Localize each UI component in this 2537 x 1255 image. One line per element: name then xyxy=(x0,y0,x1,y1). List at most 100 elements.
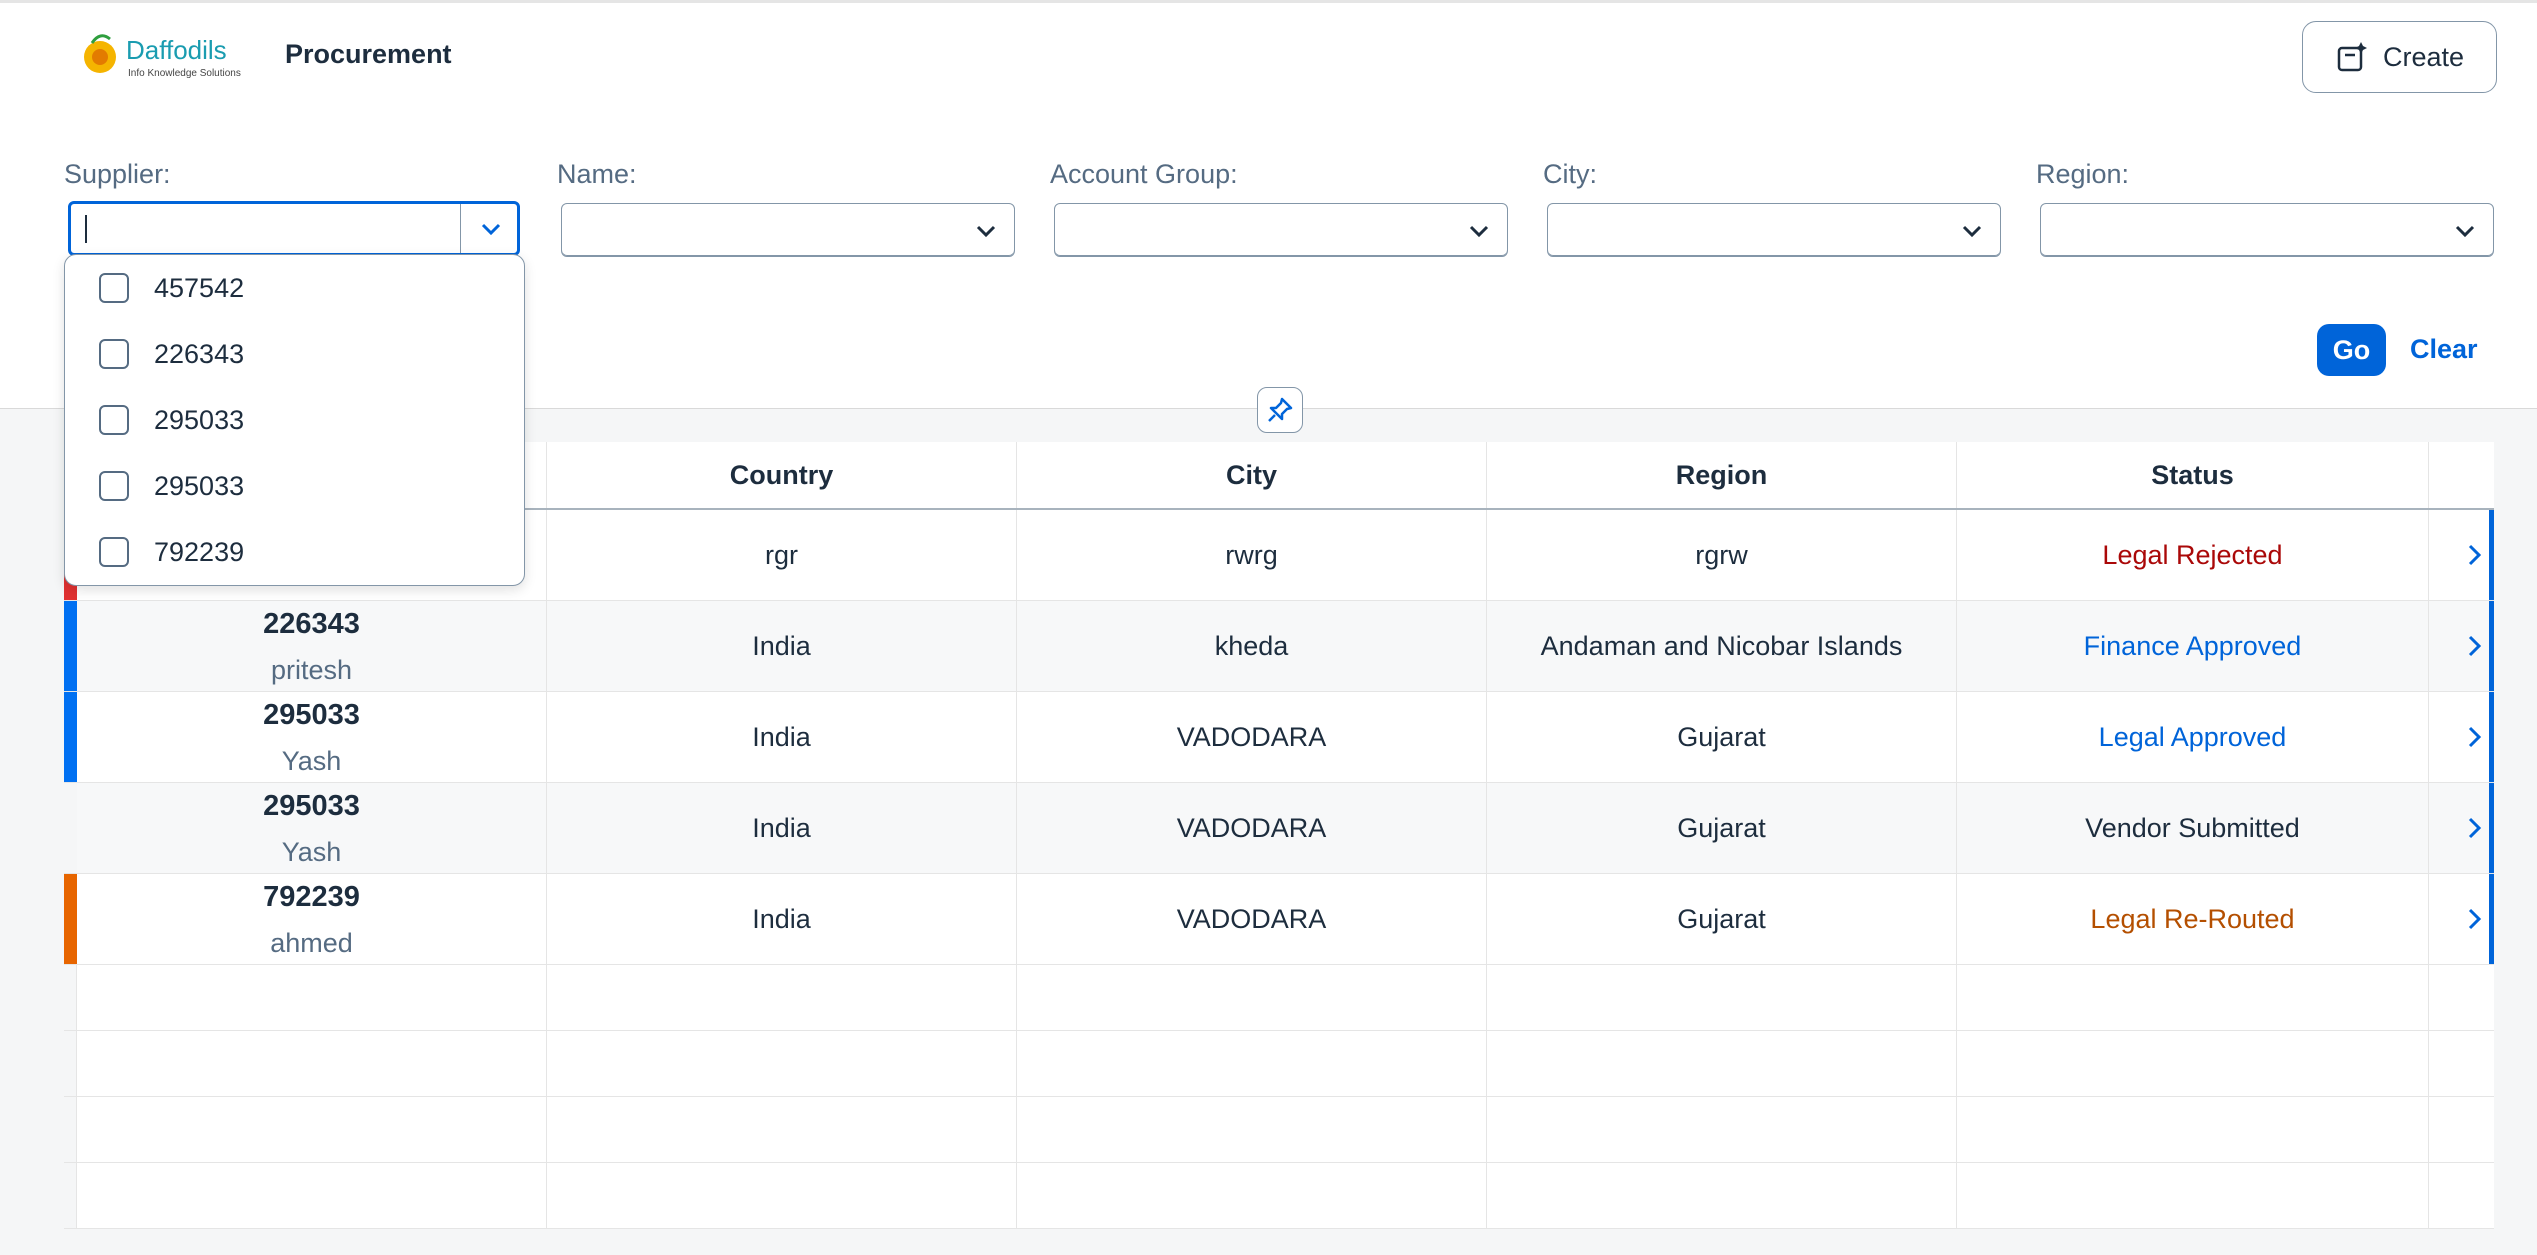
supplier-input[interactable] xyxy=(68,201,520,256)
supplier-id: 295033 xyxy=(263,790,360,822)
table-row[interactable]: 226343 pritesh India kheda Andaman and Nicob… xyxy=(64,601,2494,692)
row-navigation[interactable] xyxy=(2454,601,2494,691)
create-icon xyxy=(2337,42,2367,72)
supplier-name: ahmed xyxy=(270,928,353,958)
column-header-region: Region xyxy=(1487,442,1957,508)
country-cell: India xyxy=(547,874,1017,964)
row-navigation[interactable] xyxy=(2454,692,2494,782)
row-highlight xyxy=(64,601,77,691)
option-checkbox[interactable] xyxy=(99,537,129,567)
empty-cell xyxy=(547,1097,1017,1162)
empty-cell xyxy=(1957,1097,2429,1162)
country-cell: India xyxy=(547,601,1017,691)
chevron-down-icon[interactable] xyxy=(1958,217,1986,245)
create-label: Create xyxy=(2382,41,2465,72)
empty-cell xyxy=(77,1163,547,1228)
row-highlight xyxy=(64,692,77,782)
supplier-cell: 295033 Yash xyxy=(77,783,547,873)
option-checkbox[interactable] xyxy=(99,471,129,501)
region-cell: Gujarat xyxy=(1487,783,1957,873)
row-nav-indicator xyxy=(2489,783,2494,873)
input-divider xyxy=(460,204,461,253)
chevron-down-icon[interactable] xyxy=(2451,217,2479,245)
option-checkbox[interactable] xyxy=(99,273,129,303)
city-input[interactable] xyxy=(1547,203,2001,257)
empty-cell xyxy=(1487,965,1957,1030)
supplier-dropdown: 457542 226343 295033 295033 792239 xyxy=(64,254,525,586)
empty-cell xyxy=(1957,965,2429,1030)
dropdown-option[interactable]: 457542 xyxy=(65,255,524,321)
text-caret xyxy=(85,215,87,243)
logo-tagline: Info Knowledge Solutions xyxy=(128,68,241,79)
option-label: 295033 xyxy=(154,470,245,501)
supplier-id: 226343 xyxy=(263,608,360,640)
chevron-right-icon xyxy=(2468,726,2482,748)
supplier-id: 295033 xyxy=(263,699,360,731)
empty-row xyxy=(64,1031,2494,1097)
table-row[interactable]: 792239 ahmed India VADODARA Gujarat Legal Re-… xyxy=(64,874,2494,965)
row-navigation[interactable] xyxy=(2454,510,2494,600)
table-row[interactable]: 295033 Yash India VADODARA Gujarat Legal Appr… xyxy=(64,692,2494,783)
dropdown-option[interactable]: 792239 xyxy=(65,519,524,585)
empty-cell xyxy=(1957,1163,2429,1228)
option-checkbox[interactable] xyxy=(99,339,129,369)
option-checkbox[interactable] xyxy=(99,405,129,435)
row-stub xyxy=(64,1097,77,1162)
empty-row xyxy=(64,1163,2494,1229)
clear-button[interactable]: Clear xyxy=(2410,334,2478,365)
column-header-nav xyxy=(2429,442,2494,508)
empty-cell xyxy=(1017,1031,1487,1096)
go-button[interactable]: Go xyxy=(2317,324,2386,376)
column-header-city: City xyxy=(1017,442,1487,508)
empty-row xyxy=(64,965,2494,1031)
region-label: Region: xyxy=(2036,159,2130,189)
chevron-right-icon xyxy=(2468,817,2482,839)
dropdown-option[interactable]: 295033 xyxy=(65,453,524,519)
status-cell: Finance Approved xyxy=(1957,601,2429,691)
chevron-right-icon xyxy=(2468,544,2482,566)
pin-header-button[interactable] xyxy=(1257,387,1303,433)
row-highlight xyxy=(64,874,77,964)
empty-cell xyxy=(77,965,547,1030)
option-label: 457542 xyxy=(154,272,245,303)
table-row[interactable]: 295033 Yash India VADODARA Gujarat Vendor Sub… xyxy=(64,783,2494,874)
status-cell: Legal Approved xyxy=(1957,692,2429,782)
daffodils-logo: Daffodils Info Knowledge Solutions xyxy=(84,34,241,79)
create-button[interactable]: Create xyxy=(2302,21,2497,93)
account-group-label: Account Group: xyxy=(1050,159,1238,189)
region-cell: Gujarat xyxy=(1487,692,1957,782)
account-group-input[interactable] xyxy=(1054,203,1508,257)
chevron-down-icon[interactable] xyxy=(972,217,1000,245)
row-nav-indicator xyxy=(2489,601,2494,691)
chevron-down-icon[interactable] xyxy=(477,215,505,243)
option-label: 226343 xyxy=(154,338,245,369)
supplier-cell: 295033 Yash xyxy=(77,692,547,782)
dropdown-option[interactable]: 295033 xyxy=(65,387,524,453)
city-cell: rwrg xyxy=(1017,510,1487,600)
country-cell: rgr xyxy=(547,510,1017,600)
row-nav-indicator xyxy=(2489,510,2494,600)
supplier-cell: 226343 pritesh xyxy=(77,601,547,691)
supplier-label: Supplier: xyxy=(64,159,171,189)
row-navigation[interactable] xyxy=(2454,783,2494,873)
name-input[interactable] xyxy=(561,203,1015,257)
empty-cell xyxy=(1487,1163,1957,1228)
empty-row xyxy=(64,1097,2494,1163)
row-navigation[interactable] xyxy=(2454,874,2494,964)
chevron-down-icon[interactable] xyxy=(1465,217,1493,245)
empty-cell xyxy=(547,1163,1017,1228)
dropdown-option[interactable]: 226343 xyxy=(65,321,524,387)
empty-cell xyxy=(1017,1163,1487,1228)
region-input[interactable] xyxy=(2040,203,2494,257)
region-cell: rgrw xyxy=(1487,510,1957,600)
chevron-right-icon xyxy=(2468,908,2482,930)
logo-text: Daffodils xyxy=(126,35,227,65)
row-stub xyxy=(64,1031,77,1096)
row-highlight xyxy=(64,783,77,873)
empty-cell xyxy=(1017,965,1487,1030)
city-cell: VADODARA xyxy=(1017,783,1487,873)
city-label: City: xyxy=(1543,159,1597,189)
app-title: Procurement xyxy=(285,39,452,69)
region-cell: Gujarat xyxy=(1487,874,1957,964)
option-label: 792239 xyxy=(154,536,245,567)
